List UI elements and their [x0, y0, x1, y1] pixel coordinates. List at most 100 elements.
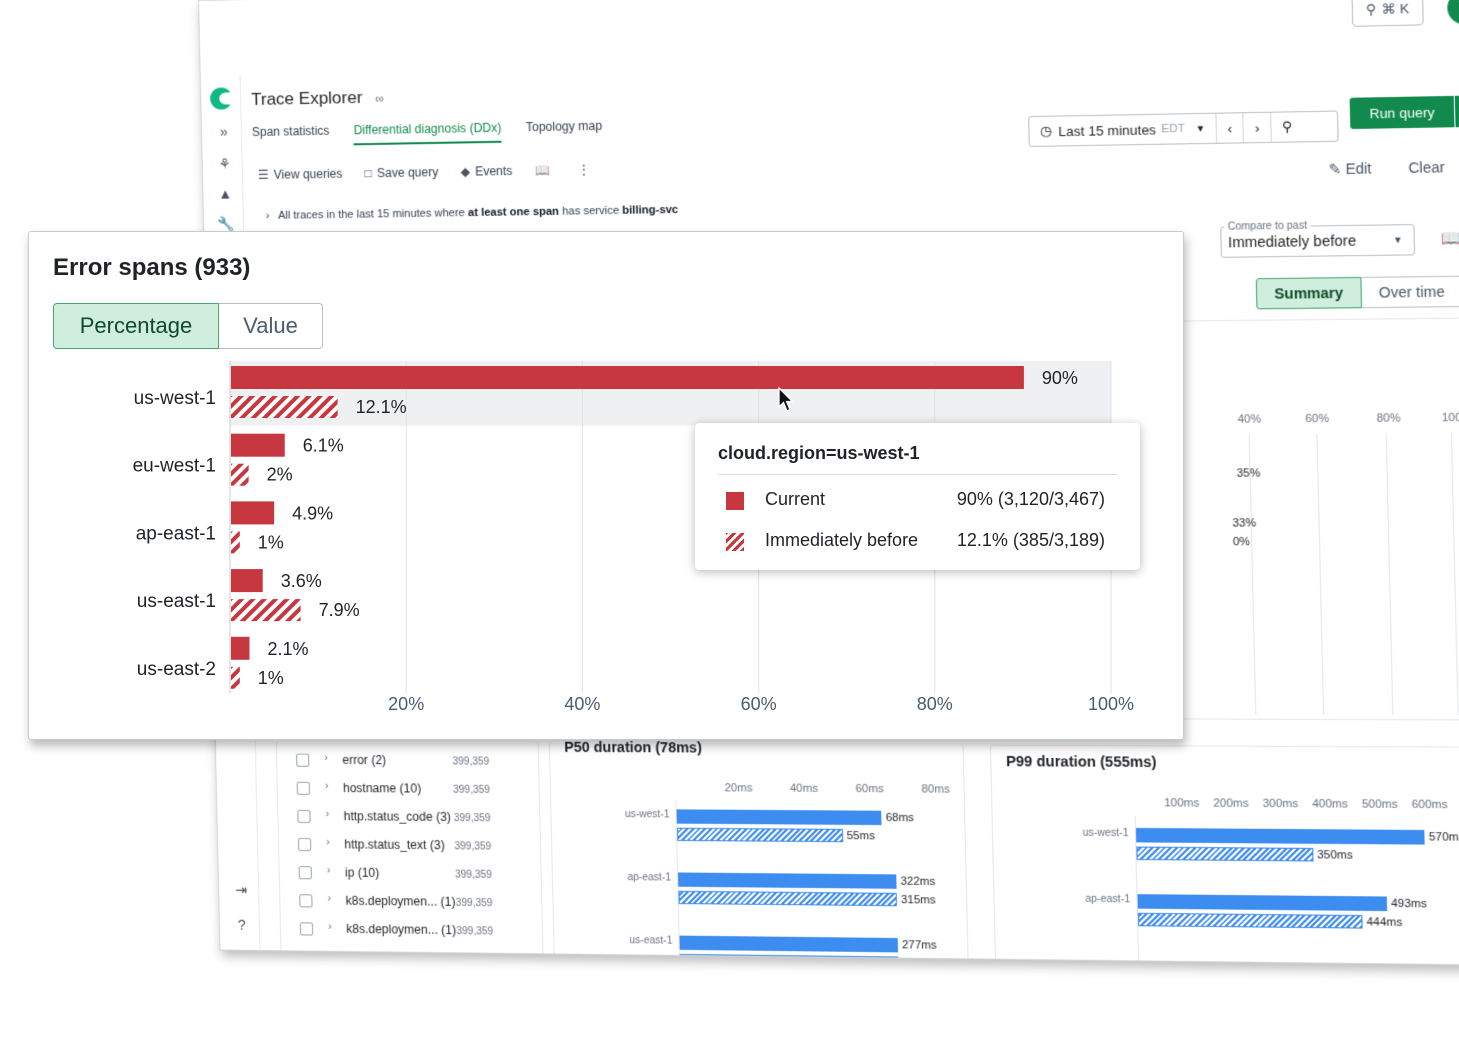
- duration-previous-value: 55ms: [846, 829, 876, 843]
- time-range-picker[interactable]: ◷ Last 15 minutes EDT ▼ ‹ › ⚲: [1028, 110, 1339, 147]
- attribute-row[interactable]: › k8s.deploymen... (1) 399,359: [299, 920, 523, 951]
- help-icon[interactable]: ?: [232, 917, 252, 933]
- previous-value-label: 1%: [258, 532, 284, 552]
- zoom-out-button[interactable]: ⚲: [1271, 112, 1303, 142]
- duration-tick: 80ms: [921, 783, 950, 796]
- over-time-toggle[interactable]: Over time: [1361, 275, 1459, 309]
- duration-tick: 600ms: [1411, 798, 1448, 812]
- attribute-count: 399,359: [452, 756, 490, 768]
- chevron-right-icon[interactable]: ›: [327, 864, 331, 876]
- more-menu-button[interactable]: ⋮: [578, 162, 596, 177]
- attribute-count: 399,359: [455, 869, 493, 881]
- view-queries-button[interactable]: ☰ View queries: [258, 167, 343, 182]
- bg-tick: 80%: [1376, 412, 1401, 425]
- clear-button[interactable]: Clear: [1408, 159, 1445, 177]
- attribute-row[interactable]: › hostname (10) 399,359: [296, 780, 520, 810]
- chevron-right-icon[interactable]: ›: [325, 808, 329, 820]
- attribute-row[interactable]: › k8s.deploymen... (1) 399,359: [299, 892, 522, 923]
- avatar[interactable]: T: [1446, 0, 1459, 25]
- command-search-button[interactable]: ⚲ ⌘ K: [1351, 0, 1424, 27]
- attribute-checkbox[interactable]: [298, 866, 312, 880]
- attribute-checkbox[interactable]: [296, 753, 310, 767]
- run-query-button[interactable]: Run query: [1349, 95, 1455, 130]
- events-button[interactable]: ◆ Events: [460, 164, 512, 179]
- attribute-checkbox[interactable]: [299, 894, 313, 908]
- attribute-row[interactable]: › error (2) 399,359: [296, 752, 519, 781]
- current-swatch-icon: [726, 492, 744, 510]
- previous-bar: [231, 463, 249, 486]
- chevron-right-icon[interactable]: ›: [329, 949, 333, 961]
- duration-tick: 500ms: [1361, 798, 1398, 812]
- attribute-row[interactable]: › http.status_code (3) 399,359: [297, 808, 520, 838]
- book-icon[interactable]: 📖: [1441, 229, 1459, 248]
- attribute-checkbox[interactable]: [296, 781, 311, 795]
- link-icon[interactable]: ∞: [375, 91, 384, 105]
- bg-tick: 100%: [1441, 411, 1459, 425]
- attribute-count: 399,359: [456, 926, 494, 938]
- x-tick-label: 80%: [917, 694, 953, 714]
- attribute-name: http.status_code (3): [343, 809, 452, 825]
- x-tick-label: 40%: [564, 694, 600, 714]
- chevron-right-icon[interactable]: ›: [326, 836, 330, 848]
- x-tick-label: 100%: [1088, 694, 1134, 714]
- attribute-checkbox[interactable]: [299, 922, 314, 936]
- logout-icon[interactable]: ⇥: [231, 882, 251, 899]
- attribute-checkbox[interactable]: [297, 837, 312, 852]
- chevron-right-icon[interactable]: ›: [325, 780, 329, 792]
- duration-region-label: us-east-1: [1087, 959, 1132, 966]
- compare-value: Immediately before: [1227, 232, 1357, 251]
- summary-toggle[interactable]: Summary: [1255, 276, 1362, 310]
- category-label: us-east-1: [137, 591, 216, 612]
- time-range-select[interactable]: ◷ Last 15 minutes EDT ▼: [1029, 113, 1218, 146]
- attribute-row[interactable]: › k8s.node.name (2) 399,359: [300, 948, 523, 966]
- current-bar: [231, 636, 250, 660]
- previous-value-label: 1%: [258, 668, 284, 688]
- shapes-icon[interactable]: ▲: [215, 185, 235, 202]
- current-value-label: 3.6%: [281, 571, 322, 591]
- p99-title: P99 duration (555ms): [1005, 752, 1157, 771]
- duration-previous-bar: [1136, 846, 1314, 862]
- timezone-label: EDT: [1161, 122, 1185, 136]
- app-logo[interactable]: [209, 87, 233, 110]
- background-chart-panel: [1160, 317, 1459, 721]
- docs-button[interactable]: 📖: [534, 163, 556, 178]
- previous-bar: [231, 666, 240, 689]
- error-spans-card: Error spans (933) Percentage Value 20% 40…: [28, 231, 1184, 740]
- duration-tick: 60ms: [855, 782, 884, 796]
- chevron-right-icon[interactable]: ›: [327, 892, 331, 904]
- previous-value-label: 12.1%: [356, 397, 407, 417]
- expand-icon[interactable]: »: [214, 123, 234, 139]
- edit-button[interactable]: ✎ Edit: [1328, 160, 1371, 178]
- expand-query-icon[interactable]: ›: [266, 210, 276, 222]
- bg-tick: 40%: [1237, 413, 1262, 426]
- attribute-checkbox[interactable]: [297, 809, 311, 824]
- attribute-row[interactable]: › ip (10) 399,359: [298, 864, 522, 894]
- duration-previous-value: 315ms: [900, 893, 936, 907]
- events-label: Events: [474, 163, 513, 179]
- current-value-label: 90%: [1042, 368, 1078, 388]
- tooltip-value: 90% (3,120/3,467): [956, 489, 1105, 509]
- attribute-row[interactable]: › http.status_text (3) 399,359: [297, 836, 521, 866]
- microscope-icon[interactable]: ⚘: [214, 155, 234, 172]
- tab-span-statistics[interactable]: Span statistics: [252, 124, 330, 147]
- duration-previous-bar: [676, 827, 843, 843]
- attribute-name: ip (10): [344, 865, 380, 880]
- previous-range-button[interactable]: ‹: [1216, 113, 1245, 143]
- book-icon: 📖: [534, 163, 551, 178]
- duration-previous-bar: [679, 953, 899, 966]
- duration-region-label: ap-east-1: [627, 872, 672, 884]
- previous-swatch-icon: [726, 533, 744, 551]
- attribute-checkbox[interactable]: [300, 950, 314, 964]
- p50-chart: [199, 0, 1459, 1]
- tab-differential-diagnosis[interactable]: Differential diagnosis (DDx): [353, 120, 502, 146]
- tab-topology-map[interactable]: Topology map: [526, 119, 603, 143]
- current-bar: [231, 501, 275, 525]
- save-query-button[interactable]: □ Save query: [364, 165, 438, 180]
- duration-previous-value: 444ms: [1366, 916, 1403, 930]
- chevron-right-icon[interactable]: ›: [328, 921, 332, 933]
- chevron-right-icon[interactable]: ›: [324, 752, 328, 764]
- page-title: Trace Explorer ∞: [251, 87, 384, 110]
- next-range-button[interactable]: ›: [1243, 112, 1272, 143]
- category-label: us-west-1: [134, 388, 216, 409]
- run-query-menu-button[interactable]: ▼: [1454, 95, 1459, 128]
